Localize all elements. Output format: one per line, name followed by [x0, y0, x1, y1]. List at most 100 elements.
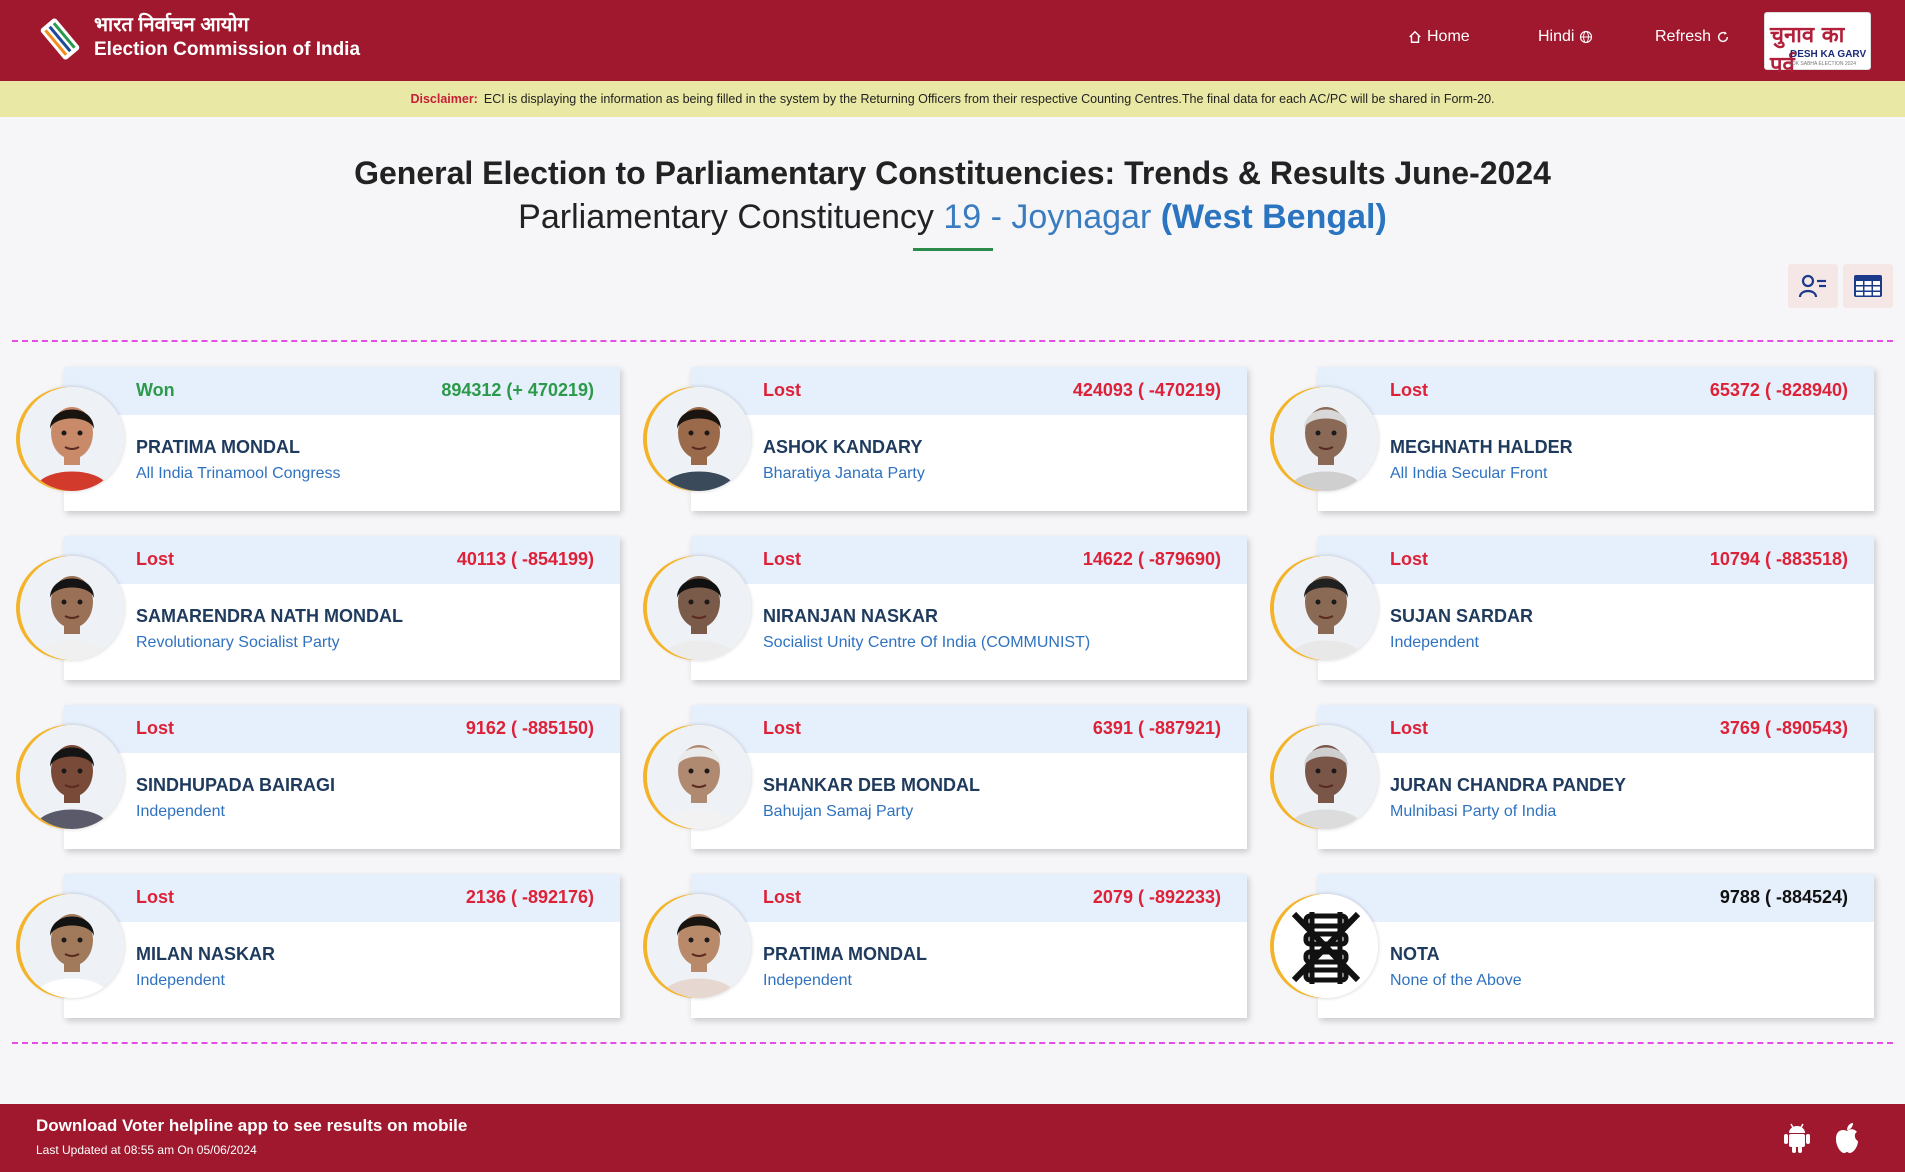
title-underline	[913, 248, 993, 251]
result-status: Lost	[763, 887, 801, 907]
candidate-card[interactable]: Lost 40113 ( -854199) SAMARENDRA NATH MOND…	[64, 536, 620, 680]
constituency-prefix: Parliamentary Constituency	[518, 198, 934, 236]
footer-app-text: Download Voter helpline app to see resul…	[36, 1116, 468, 1135]
table-icon	[1854, 275, 1882, 297]
candidate-photo	[1274, 387, 1378, 491]
nav-hindi-link[interactable]: Hindi	[1538, 28, 1593, 46]
candidate-view-button[interactable]	[1788, 264, 1838, 308]
result-status: Lost	[1390, 549, 1428, 569]
badge-small-text: LOK SABHA ELECTION 2024	[1789, 61, 1856, 67]
badge-english-text: DESH KA GARV	[1790, 49, 1867, 60]
candidate-photo	[1274, 725, 1378, 829]
candidate-photo	[20, 725, 124, 829]
android-icon[interactable]	[1782, 1122, 1812, 1154]
vote-count: 9788 ( -884524)	[1719, 887, 1848, 907]
party-name: None of the Above	[1390, 972, 1522, 989]
candidate-name: SAMARENDRA NATH MONDAL	[136, 606, 403, 626]
candidate-photo	[647, 387, 751, 491]
candidate-name: NOTA	[1390, 944, 1440, 964]
result-status: Lost	[763, 380, 801, 400]
brand-title-english: Election Commission of India	[94, 39, 361, 60]
divider-top	[12, 340, 1893, 342]
party-name: Independent	[1390, 634, 1479, 651]
nav-hindi-label: Hindi	[1538, 28, 1575, 45]
disclaimer-label: Disclaimer:	[410, 92, 478, 106]
vote-count: 40113 ( -854199)	[456, 549, 594, 569]
vote-count: 9162 ( -885150)	[465, 718, 594, 738]
vote-count: 2136 ( -892176)	[465, 887, 594, 907]
home-icon	[1409, 30, 1421, 43]
constituency-name: 19 - Joynagar	[943, 198, 1152, 236]
candidate-name: SHANKAR DEB MONDAL	[763, 775, 980, 795]
candidate-card[interactable]: Lost 6391 ( -887921) SHANKAR DEB MONDAL Bah…	[691, 705, 1247, 849]
user-list-icon	[1798, 274, 1826, 298]
candidate-card[interactable]: Lost 424093 ( -470219) ASHOK KANDARY Bharat…	[691, 367, 1247, 511]
candidate-photo	[647, 725, 751, 829]
result-status: Lost	[763, 718, 801, 738]
vote-count: 14622 ( -879690)	[1082, 549, 1221, 569]
disclaimer-bar: Disclaimer: ECI is displaying the informa…	[0, 81, 1905, 117]
party-name: Revolutionary Socialist Party	[136, 634, 340, 651]
constituency-title: Parliamentary Constituency 19 - Joynagar…	[0, 198, 1905, 237]
vote-count: 10794 ( -883518)	[1709, 549, 1848, 569]
eci-logo-icon[interactable]	[34, 13, 86, 65]
candidate-name: SUJAN SARDAR	[1390, 606, 1534, 626]
candidate-name: MILAN NASKAR	[136, 944, 275, 964]
disclaimer-text: ECI is displaying the information as bei…	[483, 92, 1495, 106]
nav-home-link[interactable]: Home	[1408, 28, 1470, 46]
party-name: All India Trinamool Congress	[136, 465, 341, 482]
chunav-ka-parv-logo[interactable]: चुनाव का पर्व DESH KA GARV LOK SABHA ELE…	[1764, 12, 1871, 78]
candidate-name: JURAN CHANDRA PANDEY	[1390, 775, 1627, 795]
candidate-name: SINDHUPADA BAIRAGI	[136, 775, 336, 795]
candidate-card[interactable]: Lost 9162 ( -885150) SINDHUPADA BAIRAGI Ind…	[64, 705, 620, 849]
candidate-name: MEGHNATH HALDER	[1390, 437, 1573, 457]
candidate-name: PRATIMA MONDAL	[763, 944, 927, 964]
candidate-card[interactable]: Lost 3769 ( -890543) JURAN CHANDRA PANDEY M…	[1318, 705, 1874, 849]
result-status: Lost	[763, 549, 801, 569]
candidate-card[interactable]: Lost 65372 ( -828940) MEGHNATH HALDER All I…	[1318, 367, 1874, 511]
nav-refresh-link[interactable]: Refresh	[1655, 28, 1730, 46]
brand-title-hindi: भारत निर्वाचन आयोग	[94, 14, 249, 36]
party-name: Independent	[763, 972, 852, 989]
result-status: Lost	[136, 887, 174, 907]
candidate-photo	[20, 894, 124, 998]
refresh-icon	[1717, 31, 1729, 43]
candidate-card[interactable]: Lost 2136 ( -892176) MILAN NASKAR Independe…	[64, 874, 620, 1018]
candidate-card[interactable]: Lost 2079 ( -892233) PRATIMA MONDAL Indepen…	[691, 874, 1247, 1018]
page-title: General Election to Parliamentary Consti…	[354, 155, 1551, 191]
candidate-photo	[1274, 556, 1378, 660]
candidate-photo	[647, 894, 751, 998]
vote-count: 65372 ( -828940)	[1709, 380, 1848, 400]
candidate-photo	[647, 556, 751, 660]
party-name: Independent	[136, 803, 225, 820]
globe-icon	[1580, 30, 1593, 44]
candidate-card[interactable]: 9788 ( -884524) NOTA None of the Above	[1318, 874, 1874, 1018]
result-status: Lost	[1390, 380, 1428, 400]
result-status: Won	[136, 380, 175, 400]
party-name: All India Secular Front	[1390, 465, 1548, 482]
party-name: Independent	[136, 972, 225, 989]
party-name: Socialist Unity Centre Of India (COMMUNI…	[763, 634, 1091, 651]
vote-count: 894312 (+ 470219)	[441, 380, 594, 400]
party-name: Bharatiya Janata Party	[763, 465, 925, 482]
site-footer: Download Voter helpline app to see resul…	[0, 1104, 1905, 1172]
site-header: भारत निर्वाचन आयोग Election Commission o…	[0, 0, 1905, 81]
candidate-card[interactable]: Won 894312 (+ 470219) PRATIMA MONDAL All In…	[64, 367, 620, 511]
footer-last-updated: Last Updated at 08:55 am On 05/06/2024	[36, 1143, 257, 1157]
party-name: Bahujan Samaj Party	[763, 803, 914, 820]
candidate-name: NIRANJAN NASKAR	[763, 606, 939, 626]
table-view-button[interactable]	[1843, 264, 1893, 308]
candidate-name: PRATIMA MONDAL	[136, 437, 300, 457]
nav-refresh-label: Refresh	[1655, 28, 1712, 45]
candidate-name: ASHOK KANDARY	[763, 437, 923, 457]
candidate-card[interactable]: Lost 10794 ( -883518) SUJAN SARDAR Independ…	[1318, 536, 1874, 680]
vote-count: 6391 ( -887921)	[1092, 718, 1221, 738]
result-status: Lost	[136, 549, 174, 569]
brand-title[interactable]: भारत निर्वाचन आयोग Election Commission o…	[94, 12, 360, 62]
candidate-card[interactable]: Lost 14622 ( -879690) NIRANJAN NASKAR Socia…	[691, 536, 1247, 680]
state-name: (West Bengal)	[1160, 198, 1387, 236]
apple-icon[interactable]	[1832, 1122, 1862, 1154]
result-status: Lost	[1390, 718, 1428, 738]
result-status: Lost	[136, 718, 174, 738]
candidate-photo	[20, 387, 124, 491]
